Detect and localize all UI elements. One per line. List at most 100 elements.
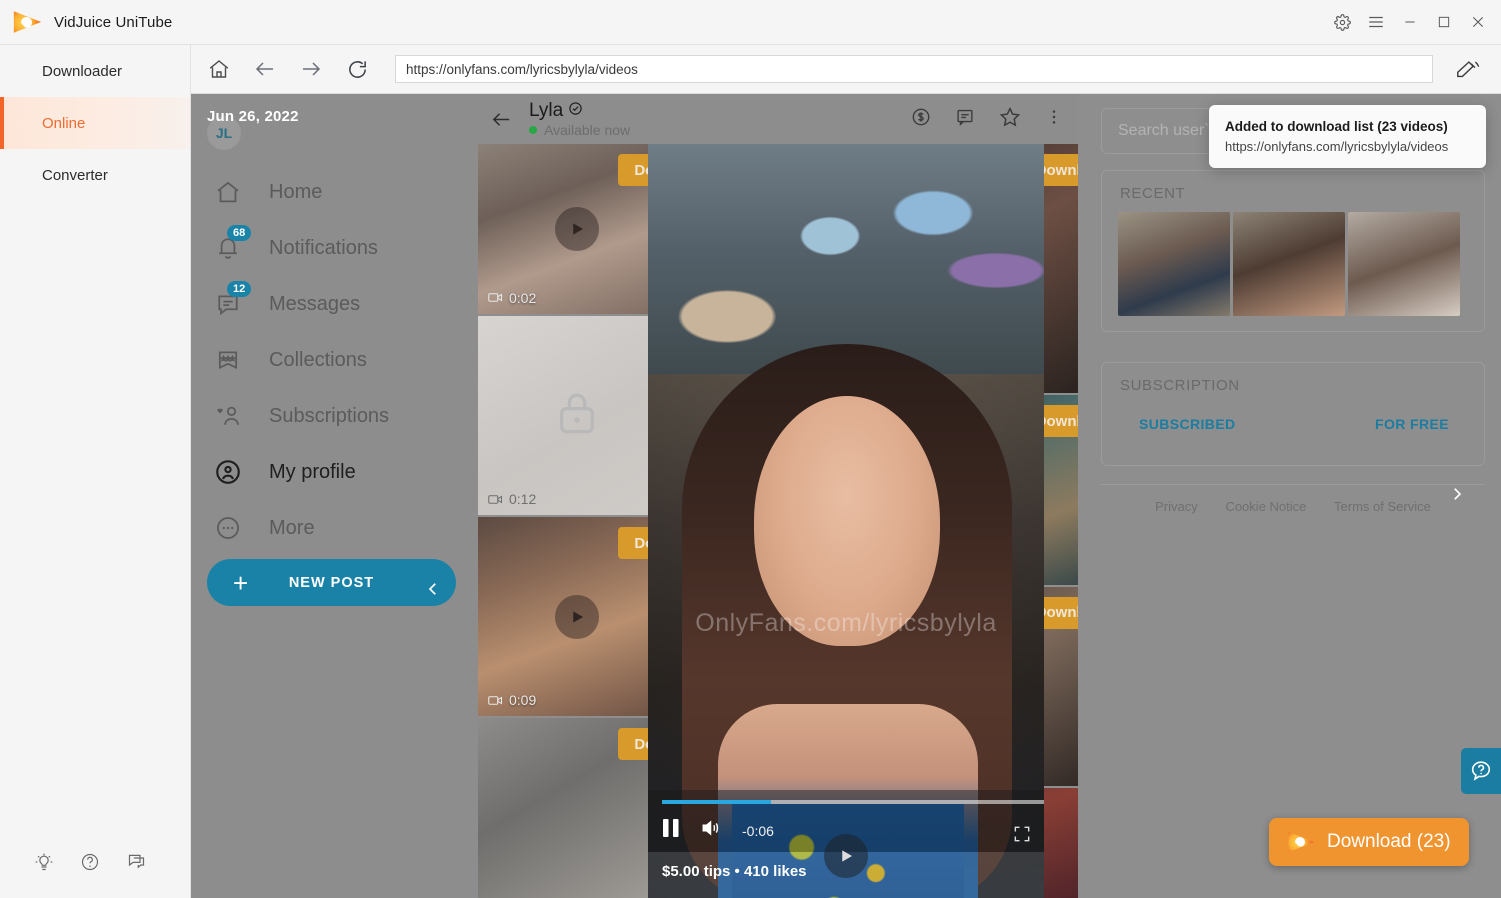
- footer-link-cookie-notice[interactable]: Cookie Notice: [1225, 499, 1306, 514]
- site-right-sidebar: Search user`s posts RECENT SUBSCRIPTION …: [1087, 94, 1501, 898]
- home-icon[interactable]: [205, 55, 233, 83]
- sidebar-item-downloader[interactable]: Downloader: [0, 45, 190, 97]
- profile-status: Available now: [529, 122, 630, 138]
- subscription-card: SUBSCRIPTION SUBSCRIBED FOR FREE: [1101, 362, 1485, 466]
- grid-column: Download 0:02: [478, 144, 677, 898]
- video-thumbnail[interactable]: Download: [478, 718, 677, 898]
- progress-fill: [662, 800, 771, 804]
- minimize-icon[interactable]: [1393, 5, 1427, 39]
- video-sniffer-icon[interactable]: [1451, 58, 1485, 80]
- back-button[interactable]: [251, 55, 279, 83]
- online-dot-icon: [529, 125, 537, 134]
- nav-item-messages[interactable]: 12 Messages: [199, 276, 469, 332]
- help-chat-icon[interactable]: [1461, 748, 1501, 794]
- play-icon[interactable]: [555, 594, 600, 639]
- help-circle-icon[interactable]: [80, 852, 100, 872]
- page-date: Jun 26, 2022: [207, 108, 299, 125]
- video-duration: 0:12: [488, 491, 536, 507]
- vidjuice-logo-icon: [1287, 830, 1315, 855]
- recent-thumbnail[interactable]: [1118, 212, 1230, 316]
- bell-icon: 68: [211, 225, 252, 265]
- reload-icon[interactable]: [343, 55, 371, 83]
- close-icon[interactable]: [1461, 5, 1495, 39]
- video-subject-face: [754, 396, 940, 646]
- play-icon[interactable]: [555, 206, 600, 251]
- site-nav-list: Home 68 Notifications 12 Messages Collec…: [199, 164, 469, 556]
- video-thumbnail[interactable]: Download 0:02: [478, 144, 677, 314]
- lock-icon: [554, 387, 600, 444]
- nav-item-more[interactable]: More: [199, 500, 469, 556]
- sidebar-item-converter[interactable]: Converter: [0, 149, 190, 201]
- hamburger-icon[interactable]: [1359, 5, 1393, 39]
- star-icon[interactable]: [998, 105, 1022, 134]
- video-player[interactable]: OnlyFans.com/lyricsbylyla -0:06 $5.00 ti…: [648, 144, 1044, 898]
- back-arrow-icon[interactable]: [490, 108, 513, 131]
- user-heart-icon: [211, 399, 245, 433]
- tip-dollar-icon[interactable]: [910, 106, 932, 133]
- vidjuice-logo-icon: [12, 9, 42, 36]
- profile-circle-icon: [211, 455, 245, 489]
- sidebar-item-online[interactable]: Online: [0, 97, 190, 149]
- pause-icon[interactable]: [662, 818, 680, 843]
- footer-links: Privacy · Cookie Notice · Terms of Servi…: [1101, 499, 1485, 514]
- app-window: VidJuice UniTube Downloader Online Conve…: [0, 0, 1501, 898]
- video-thumbnail[interactable]: Download 0:09: [478, 517, 677, 717]
- avatar-initials: JL: [215, 125, 233, 141]
- message-icon[interactable]: [954, 106, 976, 133]
- plus-icon: +: [233, 567, 250, 598]
- recent-card: RECENT: [1101, 170, 1485, 332]
- time-remaining: -0:06: [742, 822, 774, 839]
- recent-thumbnail[interactable]: [1233, 212, 1345, 316]
- volume-icon[interactable]: [700, 818, 722, 843]
- progress-bar[interactable]: [662, 800, 1044, 804]
- previous-post-button[interactable]: [419, 575, 447, 603]
- lightbulb-icon[interactable]: [34, 852, 54, 872]
- nav-item-collections[interactable]: Collections: [199, 332, 469, 388]
- video-frame-background: [648, 144, 1044, 374]
- footer-separator: ·: [1209, 500, 1214, 513]
- video-duration: 0:02: [488, 290, 536, 306]
- footer-link-privacy[interactable]: Privacy: [1155, 499, 1198, 514]
- browser-toolbar: https://onlyfans.com/lyricsbylyla/videos: [191, 45, 1501, 94]
- player-controls: -0:06 $5.00 tips • 410 likes: [648, 790, 1044, 898]
- profile-header: Lyla Available now: [478, 94, 1078, 144]
- title-bar: VidJuice UniTube: [0, 0, 1501, 45]
- more-circle-icon: [211, 511, 245, 545]
- nav-item-label: Home: [269, 180, 323, 203]
- nav-item-label: Notifications: [269, 236, 378, 259]
- download-button[interactable]: Download (23): [1269, 818, 1469, 866]
- subscription-label: SUBSCRIPTION: [1120, 377, 1240, 394]
- play-icon[interactable]: [824, 834, 868, 878]
- duration-label: 0:12: [509, 491, 537, 508]
- fullscreen-icon[interactable]: [1012, 824, 1032, 849]
- forward-button[interactable]: [297, 55, 325, 83]
- footer-link-terms-of-service[interactable]: Terms of Service: [1334, 499, 1431, 514]
- sidebar-item-label: Downloader: [42, 62, 123, 80]
- video-thumbnail-locked[interactable]: 0:12: [478, 315, 677, 516]
- nav-item-label: Subscriptions: [269, 404, 390, 427]
- maximize-icon[interactable]: [1427, 5, 1461, 39]
- gear-icon[interactable]: [1325, 5, 1359, 39]
- nav-item-subscriptions[interactable]: Subscriptions: [199, 388, 469, 444]
- nav-item-notifications[interactable]: 68 Notifications: [199, 220, 469, 276]
- toast-title: Added to download list (23 videos): [1225, 119, 1448, 134]
- nav-item-home[interactable]: Home: [199, 164, 469, 220]
- new-post-label: NEW POST: [288, 574, 375, 591]
- app-title: VidJuice UniTube: [54, 13, 173, 31]
- site-nav: JL Jun 26, 2022 Home 68 Notifications 12…: [191, 94, 478, 898]
- verified-badge-icon: [568, 100, 583, 122]
- duration-label: 0:02: [509, 289, 537, 306]
- page-title: Lyla: [529, 100, 630, 122]
- recent-thumbnail[interactable]: [1348, 212, 1460, 316]
- feedback-icon[interactable]: [126, 851, 147, 872]
- subscription-status-button[interactable]: SUBSCRIBED FOR FREE: [1120, 405, 1468, 443]
- sidebar-bottom-actions: [0, 851, 191, 872]
- divider: [1101, 484, 1485, 485]
- nav-item-label: Messages: [269, 292, 361, 315]
- address-bar[interactable]: https://onlyfans.com/lyricsbylyla/videos: [395, 55, 1433, 83]
- more-vertical-icon[interactable]: [1044, 107, 1064, 132]
- recent-thumbnails: [1102, 202, 1484, 316]
- window-controls: [1325, 5, 1501, 39]
- nav-item-my-profile[interactable]: My profile: [199, 444, 469, 500]
- subscribed-label: SUBSCRIBED: [1139, 416, 1236, 432]
